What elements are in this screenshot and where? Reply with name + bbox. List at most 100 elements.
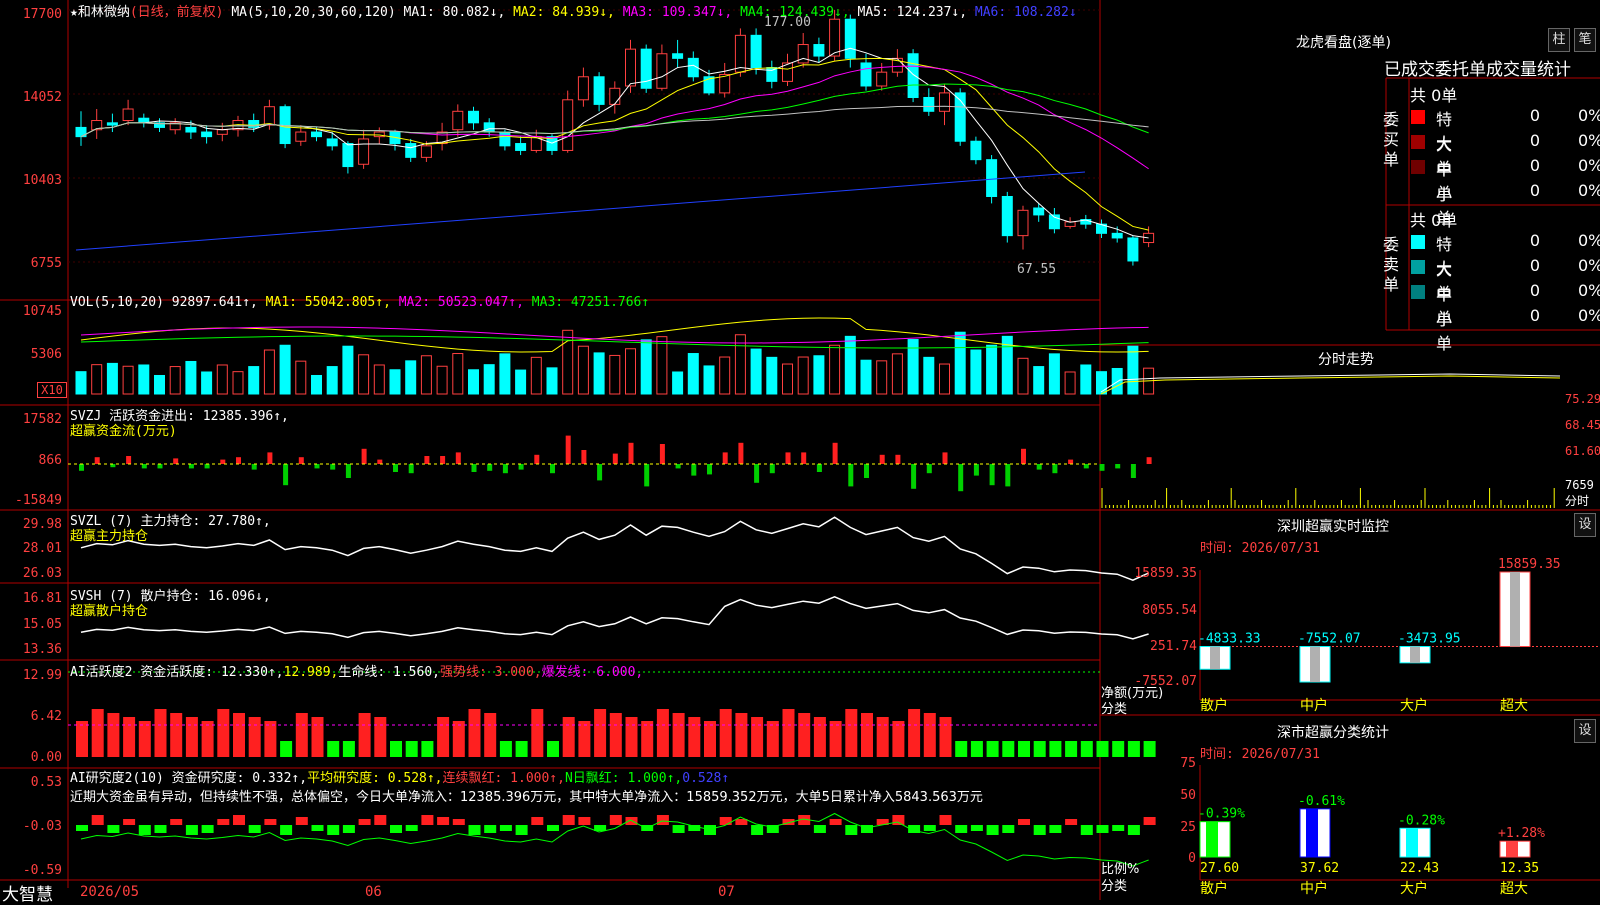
row-pct: 0% (1578, 181, 1600, 200)
vol-title: VOL(5,10,20) (70, 295, 164, 310)
research-bar (672, 825, 685, 833)
candle (750, 34, 762, 69)
activity-bar (76, 721, 88, 757)
activity-bar (531, 709, 544, 757)
flow-bar (565, 435, 571, 464)
row-count: 0 (1529, 106, 1540, 125)
y-tick: 7659 (1565, 478, 1594, 492)
research-bar (1018, 819, 1030, 825)
flow-bar (1005, 464, 1011, 487)
activity-bar (170, 713, 183, 757)
flow-bar (267, 452, 273, 464)
research-bar (468, 825, 481, 835)
research-bar (76, 825, 88, 831)
stat-bar-value: 27.60 (1200, 861, 1239, 876)
stat-bar-fill (1506, 841, 1518, 857)
intraday-unit: 分时 (1565, 494, 1590, 508)
volume-bar (232, 371, 244, 395)
sz-monitor-settings-button[interactable]: 设 (1574, 513, 1596, 537)
y-tick: -15849 (15, 493, 62, 508)
flow-bar (204, 464, 210, 469)
volume-bar (609, 354, 621, 395)
volume-bar (640, 339, 652, 395)
column-view-button[interactable]: 柱 (1548, 28, 1570, 52)
candle (216, 129, 228, 135)
flow-bar (94, 457, 100, 464)
flow-bar (377, 459, 383, 464)
row-count: 0 (1529, 231, 1540, 250)
flow-bar (408, 464, 414, 474)
sz-stats-settings-button[interactable]: 设 (1574, 719, 1596, 743)
research-bar (374, 815, 387, 825)
volume-unit-badge: X10 (37, 382, 67, 398)
legend-swatch (1411, 185, 1425, 199)
y-tick: 17582 (22, 412, 62, 427)
candle (562, 99, 574, 151)
flow-bar (911, 464, 917, 489)
y-tick: 0.00 (30, 750, 62, 765)
activity-bar (452, 721, 465, 757)
ai-research-value: AI研究度2(10) 资金研究度: 0.332↑, (70, 771, 308, 786)
sell-orders-label: 委卖单 (1383, 235, 1400, 294)
date-label: 07 (718, 884, 735, 900)
sz-stats-axis-sub: 分类 (1101, 879, 1128, 894)
research-bar (91, 815, 104, 825)
candle (295, 131, 307, 142)
activity-bar (562, 717, 575, 757)
candle (939, 92, 950, 112)
activity-bar (1096, 741, 1109, 757)
y-tick: 17700 (22, 7, 62, 22)
flow-bar (502, 464, 508, 474)
favorite-star-icon[interactable]: ★ (70, 5, 78, 20)
volume-bar (1048, 353, 1060, 395)
pen-view-button[interactable]: 笔 (1574, 28, 1596, 52)
activity-bar (782, 709, 795, 757)
research-bar (1112, 825, 1125, 831)
research-bar (358, 819, 371, 825)
sz-monitor-axis-sub: 分类 (1101, 702, 1128, 717)
chart-period[interactable]: (日线，前复权) (130, 5, 224, 20)
activity-bar (1033, 741, 1046, 757)
volume-bar (577, 345, 589, 395)
volume-bar (263, 349, 275, 395)
svzl-subtitle: 超赢主力持仓 (70, 529, 149, 544)
y-tick: 251.74 (1150, 639, 1197, 654)
research-bar (154, 825, 167, 833)
flow-bar (550, 464, 555, 474)
volume-bar (106, 362, 118, 395)
activity-bar (1065, 741, 1078, 757)
high-price-label: 177.00 (764, 15, 811, 30)
candle (734, 34, 746, 73)
flow-bar (141, 464, 147, 469)
volume-bar (766, 356, 778, 395)
flow-bar (1052, 464, 1058, 474)
activity-bar (704, 721, 716, 757)
stat-category: 超大 (1500, 881, 1528, 897)
activity-bar (311, 717, 324, 757)
activity-bar (154, 709, 167, 757)
flow-bar (612, 453, 618, 464)
volume-bar (1033, 366, 1045, 395)
candle (263, 106, 275, 126)
volume-bar (169, 366, 181, 395)
ai-research-nday: N日飘红: 1.000↑, (564, 771, 683, 786)
volume-bar (970, 349, 982, 395)
research-bar (217, 819, 230, 825)
volume-bar (420, 355, 432, 395)
activity-bar (656, 709, 669, 757)
activity-bar (908, 709, 921, 757)
research-bar (609, 815, 622, 825)
flow-bar (1021, 448, 1026, 464)
research-bar (547, 825, 559, 831)
candle (577, 76, 589, 101)
volume-bar (1096, 371, 1107, 395)
ma-line (75, 171, 1086, 251)
ai2-burst-line: 爆发线: 6.000, (541, 665, 644, 680)
volume-bar (358, 354, 370, 395)
research-bar (829, 819, 842, 825)
research-bar (170, 819, 183, 825)
activity-bar (829, 721, 842, 757)
stat-bar-value: 37.62 (1300, 861, 1339, 876)
chart-canvas[interactable]: -4833.33 散户 -7552.07 中户 -3473.95 大户 15859.35 超大… (0, 0, 1600, 900)
flow-bar (1036, 464, 1042, 470)
